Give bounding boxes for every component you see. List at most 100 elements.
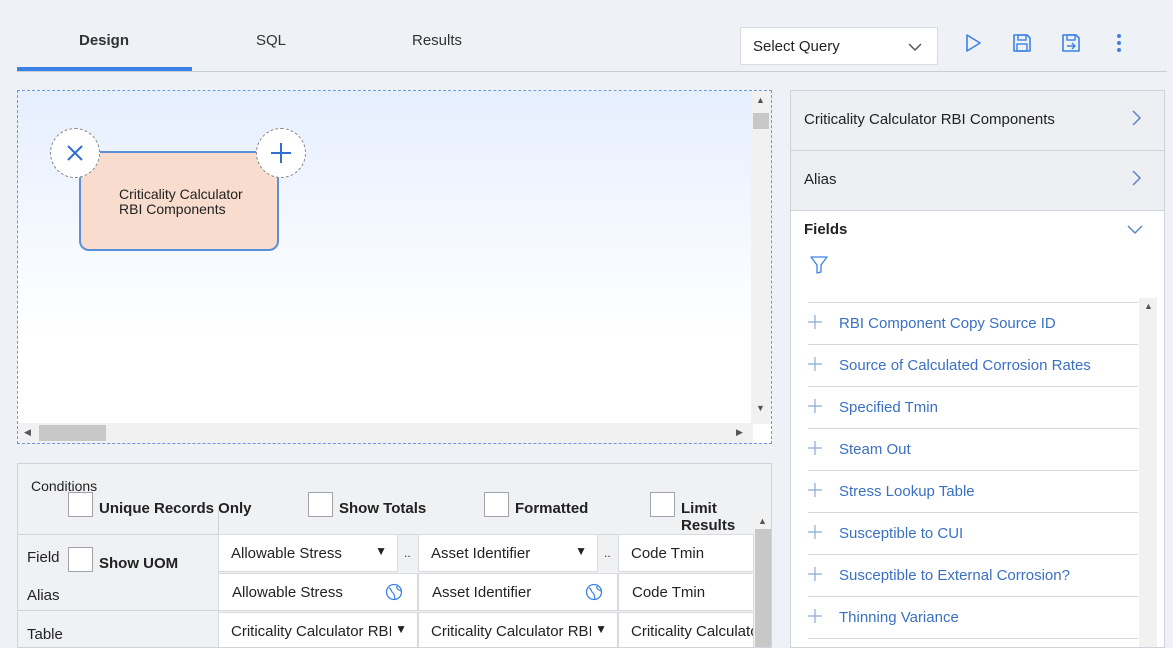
scroll-up-arrow[interactable]: ▲ (756, 95, 765, 105)
fields-list-scrollbar[interactable]: ▲ (1139, 298, 1157, 647)
globe-icon[interactable] (585, 583, 603, 601)
more-options-button[interactable]: .. (604, 546, 611, 560)
save-as-icon[interactable] (1060, 32, 1082, 54)
list-item[interactable]: Specified Tmin (808, 387, 1138, 429)
query-properties-panel: Criticality Calculator RBI Components Al… (790, 90, 1165, 648)
table-node[interactable]: Criticality Calculator RBI Components (79, 151, 279, 251)
play-icon[interactable] (962, 32, 984, 54)
field-select-value: Allowable Stress (231, 545, 342, 562)
row-label-alias: Alias (27, 587, 60, 604)
field-select-value: Code Tmin (631, 545, 705, 562)
divider (18, 610, 218, 611)
list-item[interactable]: Source of Calculated Corrosion Rates (808, 345, 1138, 387)
list-item[interactable]: Stress Lookup Table (808, 471, 1138, 513)
alias-value: Allowable Stress (232, 584, 343, 601)
save-icon[interactable] (1011, 32, 1033, 54)
list-item[interactable]: Steam Out (808, 429, 1138, 471)
plus-icon (808, 441, 822, 455)
field-select[interactable]: Allowable Stress ▼ (218, 534, 398, 572)
chevron-right-icon (1132, 110, 1142, 126)
more-options-button[interactable]: .. (404, 546, 411, 560)
field-item-label: Susceptible to External Corrosion? (839, 567, 1070, 584)
plus-icon (808, 609, 822, 623)
table-select[interactable]: Criticality Calculator RBI Components ▼ (218, 612, 418, 647)
alias-title: Alias (804, 171, 837, 188)
dropdown-arrow-icon: ▼ (395, 622, 407, 636)
dropdown-arrow-icon: ▼ (375, 544, 387, 558)
grid-vertical-scrollbar[interactable]: ▲ (754, 514, 771, 647)
plus-icon (271, 143, 291, 163)
more-vertical-icon[interactable] (1108, 32, 1130, 54)
field-select[interactable]: Code Tmin (618, 534, 754, 572)
row-label-field: Field (27, 549, 60, 566)
unique-records-label: Unique Records Only (99, 500, 252, 517)
show-totals-label: Show Totals (339, 500, 427, 517)
chevron-right-icon (1132, 170, 1142, 186)
table-select-value: Criticality Calculator RBI Components (231, 623, 391, 640)
canvas-vertical-scrollbar[interactable]: ▲ ▼ (751, 91, 771, 424)
table-select-value: Criticality Calculator RBI Components (631, 623, 753, 640)
alias-value: Code Tmin (632, 584, 706, 601)
scroll-right-arrow[interactable]: ▶ (736, 427, 743, 438)
remove-table-button[interactable] (50, 128, 100, 178)
list-item[interactable]: Thinning Variance (808, 597, 1138, 639)
alias-input[interactable]: Asset Identifier (418, 573, 618, 611)
accordion-alias[interactable]: Alias (791, 151, 1164, 211)
unique-records-checkbox[interactable] (68, 492, 93, 517)
scrollbar-thumb[interactable] (755, 529, 771, 647)
tab-design[interactable]: Design (79, 32, 129, 49)
source-title: Criticality Calculator RBI Components (804, 111, 1055, 128)
show-uom-checkbox[interactable] (68, 547, 93, 572)
accordion-source[interactable]: Criticality Calculator RBI Components (791, 91, 1164, 151)
tab-sql[interactable]: SQL (256, 32, 286, 49)
globe-icon[interactable] (385, 583, 403, 601)
list-item[interactable]: RBI Component Copy Source ID (808, 303, 1138, 345)
field-item-label: Specified Tmin (839, 399, 938, 416)
scroll-down-arrow[interactable]: ▼ (756, 403, 765, 413)
limit-results-checkbox[interactable] (650, 492, 675, 517)
active-tab-indicator (17, 67, 192, 71)
field-item-label: Steam Out (839, 441, 911, 458)
field-item-label: RBI Component Copy Source ID (839, 315, 1056, 332)
formatted-label: Formatted (515, 500, 589, 517)
formatted-checkbox[interactable] (484, 492, 509, 517)
plus-icon (808, 525, 822, 539)
dropdown-arrow-icon: ▼ (575, 544, 587, 558)
select-query-dropdown[interactable]: Select Query (740, 27, 938, 65)
select-query-label: Select Query (753, 38, 840, 55)
field-item-label: Susceptible to CUI (839, 525, 964, 542)
close-icon (67, 145, 83, 161)
conditions-grid: Conditions Unique Records Only Show Tota… (17, 463, 772, 648)
alias-input[interactable]: Code Tmin (618, 573, 754, 611)
design-canvas[interactable]: Criticality Calculator RBI Components ▲ … (17, 90, 772, 444)
field-select-value: Asset Identifier (431, 545, 531, 562)
list-item[interactable]: Susceptible to External Corrosion? (808, 555, 1138, 597)
field-item-label: Source of Calculated Corrosion Rates (839, 357, 1091, 374)
dropdown-arrow-icon: ▼ (595, 622, 607, 636)
row-label-table: Table (27, 626, 63, 643)
canvas-horizontal-scrollbar[interactable]: ◀ ▶ (18, 423, 753, 443)
scroll-left-arrow[interactable]: ◀ (24, 427, 31, 438)
field-select[interactable]: Asset Identifier ▼ (418, 534, 598, 572)
table-select-value: Criticality Calculator RBI Components (431, 623, 591, 640)
fields-title[interactable]: Fields (804, 221, 847, 238)
scrollbar-thumb[interactable] (39, 425, 106, 441)
tab-results[interactable]: Results (412, 32, 462, 49)
alias-value: Asset Identifier (432, 584, 532, 601)
list-item[interactable]: Susceptible to CUI (808, 513, 1138, 555)
add-join-button[interactable] (256, 128, 306, 178)
plus-icon (808, 357, 822, 371)
plus-icon (808, 315, 822, 329)
show-totals-checkbox[interactable] (308, 492, 333, 517)
scroll-up-arrow[interactable]: ▲ (758, 516, 767, 526)
alias-input[interactable]: Allowable Stress (218, 573, 418, 611)
table-select[interactable]: Criticality Calculator RBI Components (618, 612, 754, 647)
scroll-up-arrow[interactable]: ▲ (1144, 301, 1153, 311)
filter-icon[interactable] (810, 256, 828, 274)
chevron-down-icon[interactable] (1126, 222, 1144, 238)
table-select[interactable]: Criticality Calculator RBI Components ▼ (418, 612, 618, 647)
field-item-label: Stress Lookup Table (839, 483, 975, 500)
plus-icon (808, 483, 822, 497)
scrollbar-thumb[interactable] (753, 113, 769, 129)
plus-icon (808, 399, 822, 413)
